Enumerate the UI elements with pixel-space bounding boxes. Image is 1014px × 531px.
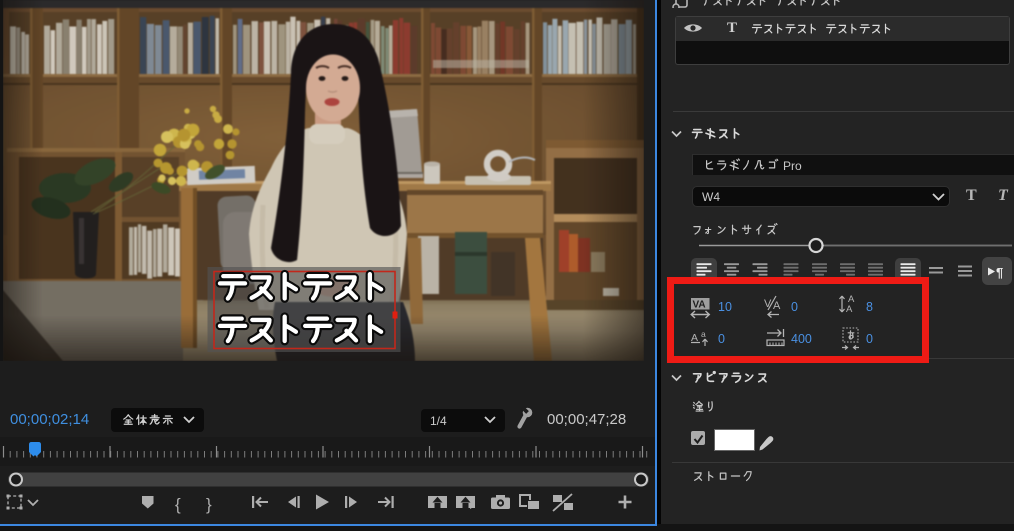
svg-text:}: }	[206, 495, 212, 514]
svg-text:¶: ¶	[996, 265, 1003, 280]
svg-text:{: {	[175, 495, 181, 514]
